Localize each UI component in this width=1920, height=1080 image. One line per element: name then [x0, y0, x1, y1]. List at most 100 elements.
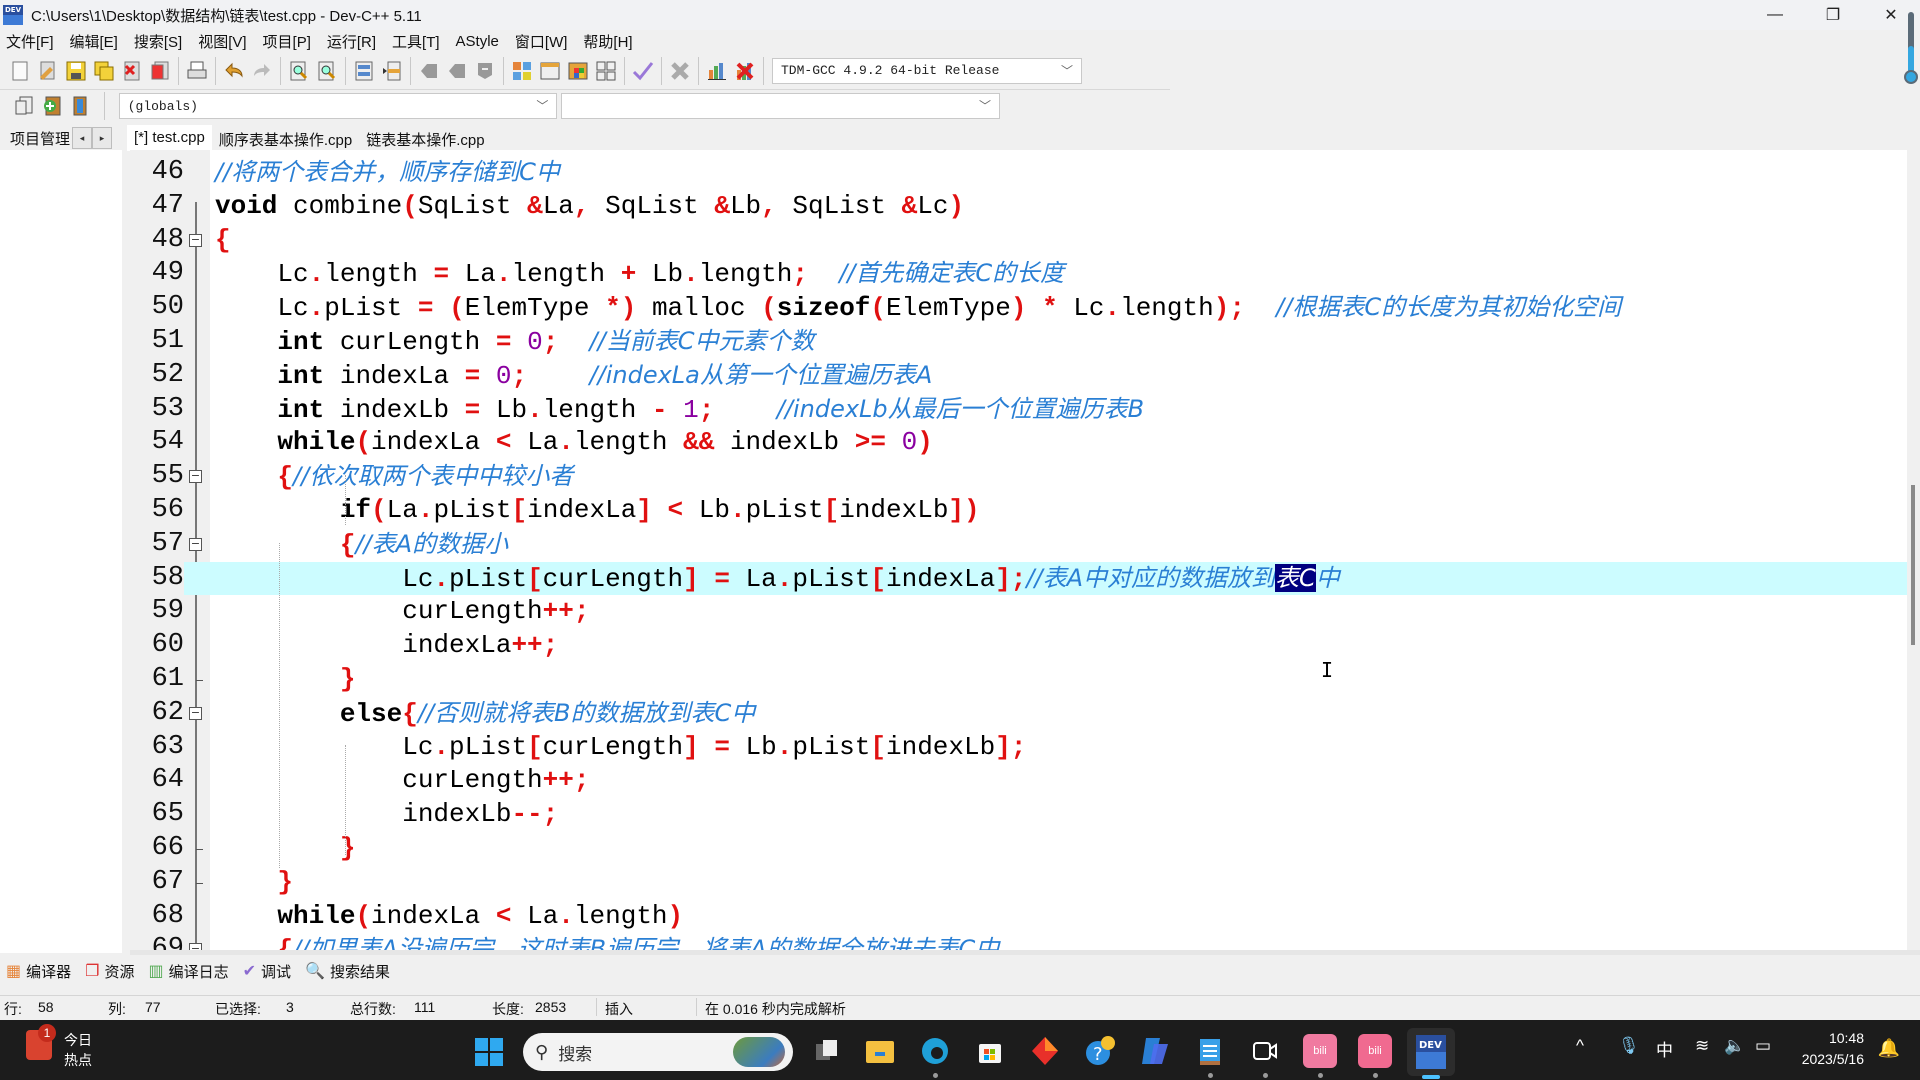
code-line[interactable]: 52 int indexLa = 0; //indexLa从第一个位置遍历表A [130, 358, 1907, 393]
code-editor[interactable]: 46 //将两个表合并，顺序存储到C中 47 void combine(SqList … [130, 150, 1907, 953]
fold-collapse-icon[interactable]: − [189, 470, 202, 484]
compile-run-icon[interactable] [564, 57, 592, 85]
tab-test-cpp[interactable]: [*] test.cpp [127, 125, 212, 151]
code-line[interactable]: 58 Lc.pList[curLength] = La.pList[indexL… [130, 561, 1907, 596]
code-line[interactable]: 49 Lc.length = La.length + Lb.length; //… [130, 257, 1907, 292]
rebuild-all-icon[interactable] [592, 57, 620, 85]
code-line[interactable]: 63 Lc.pList[curLength] = Lb.pList[indexL… [130, 730, 1907, 765]
code-line[interactable]: 61 } [130, 662, 1907, 697]
code-line[interactable]: 66 } [130, 831, 1907, 866]
menu-project[interactable]: 项目[P] [255, 31, 319, 52]
bilibili-icon[interactable]: bili [1358, 1034, 1392, 1078]
project-manager-tab[interactable]: 项目管理 ◂ ▸ [0, 125, 130, 151]
menu-search[interactable]: 搜索[S] [126, 31, 190, 52]
menu-file[interactable]: 文件[F] [0, 31, 62, 52]
tray-overflow-chevron[interactable]: ^ [1576, 1036, 1584, 1056]
fold-collapse-icon[interactable]: − [189, 233, 202, 247]
scrollbar-thumb[interactable] [1911, 485, 1915, 645]
copilot-app-icon[interactable] [1138, 1034, 1172, 1068]
tab-resources[interactable]: ❐ 资源 [85, 961, 134, 982]
tab-search-results[interactable]: 🔍 搜索结果 [305, 961, 390, 982]
news-widget-label[interactable]: 今日 热点 [64, 1030, 92, 1070]
code-line[interactable]: 48−{ [130, 223, 1907, 258]
code-line[interactable]: 55− {//依次取两个表中中较小者 [130, 460, 1907, 494]
code-line[interactable]: 68 while(indexLa < La.length) [130, 899, 1907, 934]
delete-profile-icon[interactable] [731, 57, 759, 85]
code-line[interactable]: 62− else{//否则就将表B的数据放到表C中 [130, 696, 1907, 731]
new-file-icon[interactable] [6, 57, 34, 85]
code-line[interactable]: 59 curLength++; [130, 595, 1907, 630]
save-icon[interactable] [62, 57, 90, 85]
code-line[interactable]: 53 int indexLb = Lb.length - 1; //indexL… [130, 392, 1907, 427]
menu-view[interactable]: 视图[V] [190, 31, 254, 52]
code-line[interactable]: 57− {//表A的数据小 [130, 527, 1907, 562]
notification-bell-icon[interactable]: 🔔 [1878, 1038, 1900, 1059]
fold-collapse-icon[interactable]: − [189, 537, 202, 551]
code-line[interactable]: 50 Lc.pList = (ElemType *) malloc (sizeo… [130, 291, 1907, 325]
task-view-icon[interactable] [810, 1034, 844, 1068]
menu-tools[interactable]: 工具[T] [384, 31, 448, 52]
windows-start-icon[interactable] [475, 1038, 503, 1066]
scope-select[interactable]: (globals) ﹀ [118, 93, 558, 119]
tab-scroll-left-button[interactable]: ◂ [72, 127, 93, 149]
redo-icon[interactable] [248, 57, 276, 85]
code-line[interactable]: 54 while(indexLa < La.length && indexLb … [130, 426, 1907, 461]
taskbar-search-input[interactable]: ⚲ 搜索 [523, 1033, 793, 1071]
code-line[interactable]: 65 indexLb--; [130, 798, 1907, 832]
code-line[interactable]: 56 if(La.pList[indexLa] < Lb.pList[index… [130, 493, 1907, 528]
battery-icon[interactable]: ▭ [1755, 1036, 1771, 1056]
compile-icon[interactable] [508, 57, 536, 85]
notepad-icon[interactable] [1193, 1034, 1227, 1078]
menu-help[interactable]: 帮助[H] [575, 31, 640, 52]
insert-line-icon[interactable] [378, 57, 406, 85]
clean-icon[interactable] [666, 57, 694, 85]
compiler-select[interactable]: TDM-GCC 4.9.2 64-bit Release ﹀ [772, 57, 1082, 84]
open-file-icon[interactable] [34, 57, 62, 85]
tab-scroll-right-button[interactable]: ▸ [92, 127, 113, 149]
code-line[interactable]: 67 } [130, 865, 1907, 900]
diamond-app-icon[interactable] [1028, 1034, 1062, 1068]
close-file-icon[interactable] [118, 57, 146, 85]
edge-browser-icon[interactable] [918, 1034, 952, 1078]
project-tree-panel[interactable] [0, 150, 122, 953]
volume-icon[interactable]: 🔈 [1724, 1036, 1745, 1056]
code-line[interactable]: 47 void combine(SqList &La, SqList &Lb, S… [130, 189, 1907, 224]
indent-icon[interactable] [415, 57, 443, 85]
vertical-scrollbar[interactable] [1907, 150, 1920, 953]
system-clock[interactable]: 10:48 2023/5/16 [1802, 1028, 1864, 1070]
fold-collapse-icon[interactable]: − [189, 706, 202, 720]
menu-run[interactable]: 运行[R] [319, 31, 384, 52]
new-class-icon[interactable] [10, 92, 38, 120]
replace-icon[interactable] [313, 57, 341, 85]
devcpp-taskbar-icon[interactable]: DEV [1407, 1028, 1455, 1079]
run-icon[interactable] [536, 57, 564, 85]
code-line[interactable]: 46 //将两个表合并，顺序存储到C中 [130, 156, 1907, 190]
unindent-icon[interactable] [443, 57, 471, 85]
add-member-icon[interactable] [38, 92, 66, 120]
tab-sequential-list-cpp[interactable]: 顺序表基本操作.cpp [212, 125, 359, 151]
microsoft-store-icon[interactable] [973, 1034, 1007, 1068]
tab-compile-log[interactable]: ▥ 编译日志 [149, 961, 229, 982]
save-all-icon[interactable] [90, 57, 118, 85]
tab-linked-list-cpp[interactable]: 链表基本操作.cpp [359, 125, 491, 151]
close-all-icon[interactable] [146, 57, 174, 85]
file-explorer-icon[interactable] [863, 1034, 897, 1068]
tab-debug[interactable]: ✔ 调试 [243, 961, 291, 982]
menu-astyle[interactable]: AStyle [448, 33, 507, 50]
minimize-button[interactable]: — [1746, 0, 1804, 30]
tab-compiler[interactable]: ▦ 编译器 [6, 961, 71, 982]
syntax-check-icon[interactable] [629, 57, 657, 85]
add-variable-icon[interactable] [66, 92, 94, 120]
undo-icon[interactable] [220, 57, 248, 85]
code-line[interactable]: 51 int curLength = 0; //当前表C中元素个数 [130, 324, 1907, 359]
profile-icon[interactable] [703, 57, 731, 85]
wifi-icon[interactable]: ≋ [1695, 1036, 1709, 1056]
ime-indicator[interactable]: 中 [1656, 1036, 1673, 1061]
bilibili-up-icon[interactable]: bili [1303, 1034, 1337, 1078]
symbol-select[interactable]: ﹀ [561, 93, 1000, 119]
toggle-comment-icon[interactable] [471, 57, 499, 85]
menu-edit[interactable]: 编辑[E] [62, 31, 126, 52]
code-line[interactable]: 60 indexLa++; [130, 629, 1907, 663]
find-icon[interactable] [285, 57, 313, 85]
camera-app-icon[interactable] [1248, 1034, 1282, 1078]
